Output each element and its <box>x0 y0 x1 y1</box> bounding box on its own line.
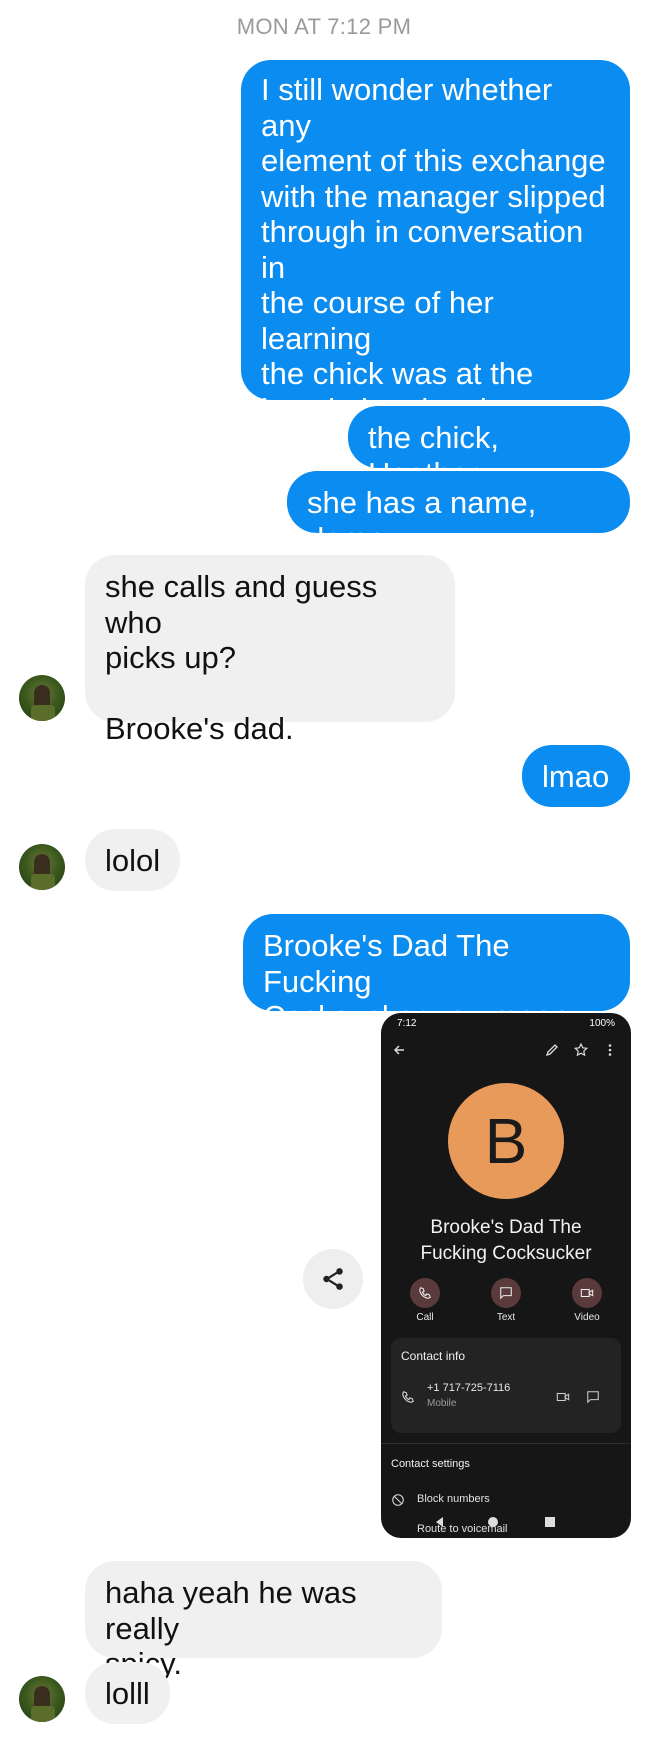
share-icon <box>323 1268 343 1290</box>
back-arrow-icon <box>393 1045 404 1055</box>
message-icon <box>587 1391 599 1404</box>
text-label: Text <box>496 1312 516 1323</box>
video-action: Video <box>563 1278 611 1323</box>
nav-recents-icon <box>545 1517 555 1527</box>
status-time: 7:12 <box>397 1018 417 1029</box>
contact-info-title: Contact info <box>401 1349 466 1363</box>
sender-avatar[interactable] <box>19 844 65 890</box>
share-button[interactable] <box>303 1249 363 1309</box>
contact-phone-type: Mobile <box>427 1398 457 1409</box>
sender-avatar[interactable] <box>19 675 65 721</box>
nav-bar <box>436 1517 555 1527</box>
contact-screenshot-image[interactable]: 7:12 100% B Brooke's Dad The Fucking Coc… <box>381 1013 631 1538</box>
phone-icon <box>402 1391 414 1403</box>
nav-home-icon <box>488 1517 498 1527</box>
outgoing-message[interactable]: I still wonder whether any element of th… <box>241 60 630 498</box>
outgoing-message[interactable]: she has a name, damn <box>287 471 630 556</box>
contact-settings-title: Contact settings <box>391 1458 470 1470</box>
star-icon <box>573 1042 589 1057</box>
divider <box>381 1443 631 1444</box>
block-icon <box>392 1494 404 1506</box>
sender-avatar[interactable] <box>19 1676 65 1722</box>
incoming-message[interactable]: haha yeah he was really spicy. <box>85 1561 442 1681</box>
timestamp: MON AT 7:12 PM <box>236 14 412 39</box>
text-action: Text <box>482 1278 530 1323</box>
incoming-message[interactable]: she calls and guess who picks up? Brooke… <box>85 555 455 746</box>
block-numbers-label: Block numbers <box>417 1493 490 1505</box>
nav-back-icon <box>436 1517 443 1527</box>
contact-phone-number: +1 717-725-7116 <box>427 1382 511 1394</box>
incoming-message[interactable]: lolol <box>85 829 180 891</box>
call-action: Call <box>401 1278 449 1323</box>
contact-initial-avatar: B <box>448 1083 564 1199</box>
outgoing-message[interactable]: the chick, Heather <box>348 406 630 491</box>
outgoing-message[interactable]: Brooke's Dad The Fucking Cocksucker you … <box>243 914 630 1034</box>
contact-name: Brooke's Dad The Fucking Cocksucker <box>420 1217 592 1264</box>
outgoing-message[interactable]: lmao <box>522 745 630 807</box>
contact-info-card: Contact info +1 717-725-7116 Mobile <box>391 1338 621 1433</box>
incoming-message[interactable]: lolll <box>85 1662 170 1724</box>
more-options-icon <box>608 1044 612 1056</box>
video-label: Video <box>574 1312 600 1323</box>
edit-icon <box>545 1044 558 1057</box>
video-icon <box>556 1392 570 1402</box>
call-label: Call <box>416 1312 434 1323</box>
status-battery: 100% <box>589 1018 615 1029</box>
phone-icon <box>419 1287 431 1299</box>
message-icon <box>500 1287 512 1300</box>
video-icon <box>580 1288 594 1298</box>
